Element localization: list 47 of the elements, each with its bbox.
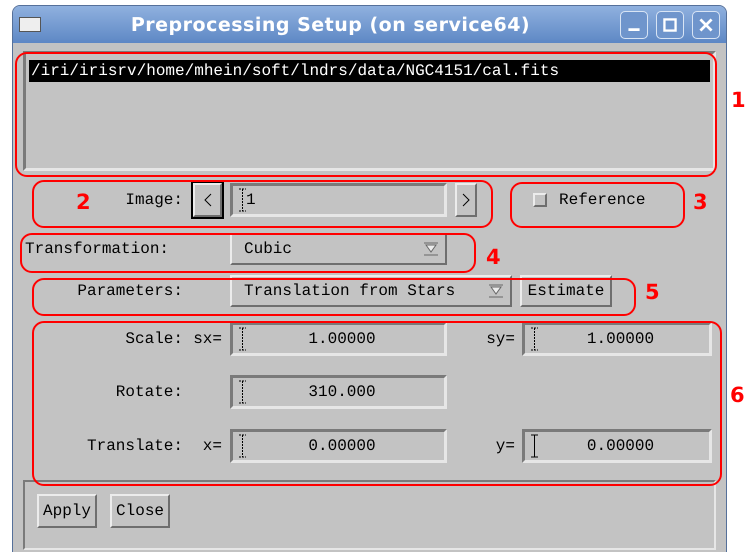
next-image-button[interactable] [455, 183, 477, 217]
annotation-number: 5 [645, 280, 660, 304]
reference-label: Reference [559, 191, 646, 209]
window-title: Preprocessing Setup (on service64) [130, 14, 532, 36]
number-field[interactable]: 1.00000 [230, 322, 447, 356]
previous-image-button[interactable] [193, 183, 222, 217]
number-field[interactable]: 0.00000 [230, 429, 447, 463]
estimate-button[interactable]: Estimate [520, 275, 612, 307]
number-field[interactable]: 1.00000 [522, 322, 712, 356]
file-list-item[interactable]: /iri/irisrv/home/mhein/soft/lndrs/data/NGC4151/cal.fits [29, 60, 710, 82]
parameters-dropdown[interactable]: Translation from Stars [230, 275, 512, 307]
reference-checkbox[interactable] [533, 193, 547, 207]
text-cursor-icon [239, 434, 246, 458]
y-label: y= [494, 437, 515, 455]
text-cursor-icon [531, 327, 538, 351]
right-chevron-icon [462, 193, 470, 207]
annotation-number: 3 [693, 190, 708, 214]
rotate-label: Rotate: [114, 383, 183, 401]
maximize-icon[interactable] [656, 10, 684, 38]
sy-label: sy= [485, 330, 515, 348]
window-menu-icon[interactable] [19, 17, 41, 32]
sx-label: sx= [192, 330, 222, 348]
close-icon[interactable] [692, 10, 720, 38]
annotation-number: 6 [730, 383, 745, 407]
translate-label: Translate: [86, 437, 183, 455]
x-label: x= [202, 437, 222, 455]
dropdown-arrow-icon [488, 284, 504, 298]
text-cursor-icon [531, 434, 538, 458]
image-label: Image: [124, 191, 183, 209]
annotation-number: 4 [486, 245, 501, 269]
number-field[interactable]: 310.000 [230, 375, 447, 409]
scale-label: Scale: [124, 330, 183, 348]
annotation-number: 2 [76, 190, 91, 214]
left-chevron-icon [204, 193, 212, 207]
dropdown-arrow-icon [423, 242, 439, 256]
text-cursor-icon [239, 380, 246, 404]
parameters-label: Parameters: [76, 282, 183, 300]
text-cursor-icon [239, 327, 246, 351]
dialog-button[interactable]: Apply [37, 494, 98, 528]
number-field[interactable]: 0.00000 [522, 429, 712, 463]
dialog-button[interactable]: Close [110, 494, 170, 528]
minimize-icon[interactable] [620, 10, 648, 38]
transformation-dropdown[interactable]: Cubic [230, 233, 447, 265]
transformation-label: Transformation: [24, 240, 170, 258]
number-field[interactable]: 1 [230, 183, 447, 217]
annotation-number: 1 [731, 88, 746, 112]
text-cursor-icon [239, 188, 246, 212]
